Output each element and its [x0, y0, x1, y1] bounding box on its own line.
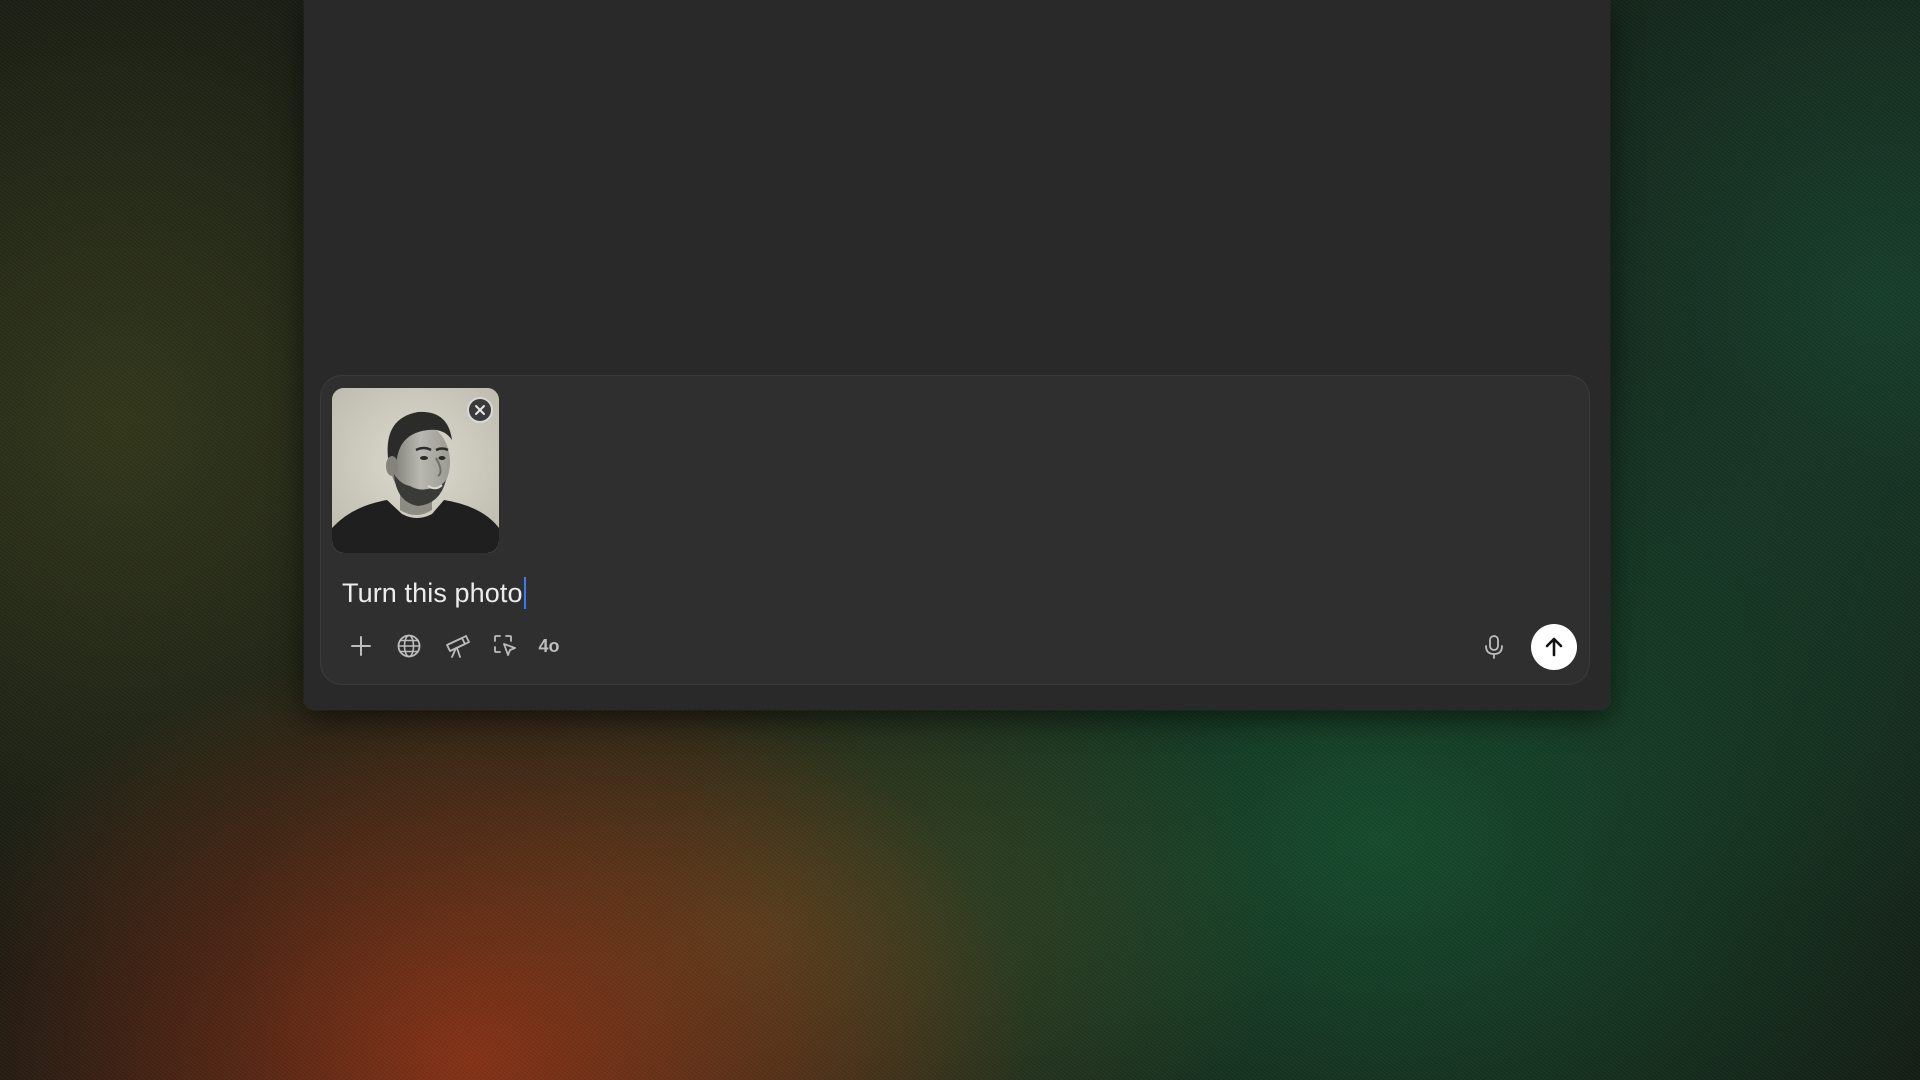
telescope-icon: [446, 635, 470, 658]
voice-input-button[interactable]: [1478, 631, 1510, 663]
prompt-input[interactable]: Turn this photo: [342, 575, 1542, 611]
prompt-text: Turn this photo: [342, 577, 523, 608]
remove-attachment-button[interactable]: [467, 397, 493, 423]
close-icon: [475, 405, 485, 415]
web-search-button[interactable]: [385, 626, 433, 666]
operator-button[interactable]: [481, 626, 529, 666]
app-window: Turn this photo 4o: [304, 0, 1610, 710]
prompt-composer: Turn this photo 4o: [320, 375, 1590, 685]
deep-research-button[interactable]: [433, 626, 481, 666]
image-attachment[interactable]: [332, 388, 499, 553]
plus-icon: [351, 636, 371, 656]
add-attachment-button[interactable]: [337, 626, 385, 666]
composer-toolbar: 4o: [337, 626, 569, 666]
globe-icon: [397, 634, 421, 658]
text-caret: [523, 577, 526, 609]
model-selector[interactable]: 4o: [529, 626, 569, 666]
microphone-icon: [1485, 635, 1503, 659]
cursor-select-icon: [494, 635, 516, 656]
arrow-up-icon: [1545, 637, 1563, 657]
send-button[interactable]: [1531, 624, 1577, 670]
